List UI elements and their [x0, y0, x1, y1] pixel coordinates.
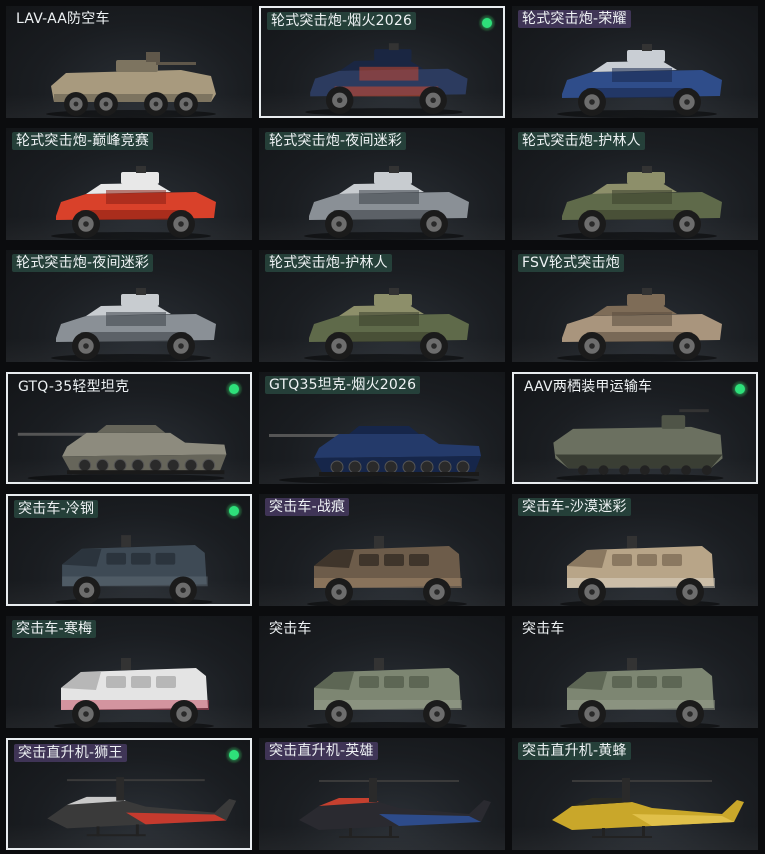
vehicle-name: 轮式突击炮-夜间迷彩: [12, 254, 154, 272]
vehicle-image: [560, 536, 720, 606]
vehicle-card[interactable]: 突击车: [512, 616, 758, 728]
vehicle-name: GTQ35坦克-烟火2026: [265, 376, 421, 394]
vehicle-name: LAV-AA防空车: [16, 11, 110, 27]
vehicle-card[interactable]: 突击车: [259, 616, 505, 728]
vehicle-image: [557, 44, 722, 118]
vehicle-image: [304, 288, 469, 362]
vehicle-image: [304, 166, 469, 240]
vehicle-name: FSV轮式突击炮: [518, 254, 624, 272]
vehicle-card[interactable]: 轮式突击炮-烟火2026: [259, 6, 505, 118]
vehicle-image: [307, 658, 467, 728]
vehicle-name: 突击车: [522, 621, 565, 637]
vehicle-image: [307, 536, 467, 606]
vehicle-name: 突击车: [269, 621, 312, 637]
vehicle-name: 突击直升机-黄蜂: [518, 742, 631, 760]
vehicle-card[interactable]: 突击直升机-英雄: [259, 738, 505, 850]
vehicle-image: [47, 777, 237, 837]
vehicle-card[interactable]: 突击车-沙漠迷彩: [512, 494, 758, 606]
vehicle-name: 轮式突击炮-夜间迷彩: [265, 132, 407, 150]
vehicle-image: [552, 778, 744, 838]
vehicle-image: [305, 43, 468, 116]
vehicle-card[interactable]: 突击直升机-黄蜂: [512, 738, 758, 850]
vehicle-card[interactable]: 突击直升机-狮王: [6, 738, 252, 850]
vehicle-name: 轮式突击炮-护林人: [265, 254, 392, 272]
vehicle-name: GTQ-35轻型坦克: [18, 379, 130, 395]
vehicle-image: [51, 166, 216, 240]
vehicle-image: [299, 778, 491, 838]
vehicle-name: 轮式突击炮-巅峰竞赛: [12, 132, 154, 150]
vehicle-card[interactable]: 轮式突击炮-护林人: [512, 128, 758, 240]
vehicle-image: [557, 166, 722, 240]
equipped-indicator-icon: [479, 15, 495, 31]
vehicle-image: [55, 535, 213, 604]
vehicle-card[interactable]: GTQ35坦克-烟火2026: [259, 372, 505, 484]
vehicle-name: 突击车-沙漠迷彩: [518, 498, 631, 516]
vehicle-card[interactable]: 突击车-寒梅: [6, 616, 252, 728]
vehicle-name: 突击车-寒梅: [12, 620, 97, 638]
vehicle-image: [46, 52, 216, 118]
vehicle-card[interactable]: LAV-AA防空车: [6, 6, 252, 118]
equipped-indicator-icon: [226, 503, 242, 519]
vehicle-image: [557, 288, 722, 362]
vehicle-skin-grid: LAV-AA防空车 轮式突击炮-烟火2026 轮式突击炮-荣耀 轮式突击炮-巅峰竞赛轮…: [6, 6, 759, 850]
vehicle-card[interactable]: 轮式突击炮-护林人: [259, 250, 505, 362]
vehicle-image: [553, 409, 724, 482]
vehicle-name: 突击直升机-狮王: [14, 744, 127, 762]
vehicle-card[interactable]: 轮式突击炮-夜间迷彩: [6, 250, 252, 362]
vehicle-card[interactable]: 轮式突击炮-荣耀: [512, 6, 758, 118]
vehicle-image: [51, 288, 216, 362]
vehicle-card[interactable]: 突击车-战痕: [259, 494, 505, 606]
vehicle-name: 轮式突击炮-烟火2026: [267, 12, 417, 30]
vehicle-name: 轮式突击炮-荣耀: [518, 10, 631, 28]
vehicle-card[interactable]: AAV两栖装甲运输车: [512, 372, 758, 484]
vehicle-name: AAV两栖装甲运输车: [524, 379, 653, 395]
vehicle-card[interactable]: 轮式突击炮-巅峰竞赛: [6, 128, 252, 240]
vehicle-name: 突击车-冷钢: [14, 500, 99, 518]
equipped-indicator-icon: [732, 381, 748, 397]
vehicle-card[interactable]: 突击车-冷钢: [6, 494, 252, 606]
vehicle-name: 突击车-战痕: [265, 498, 350, 516]
vehicle-image: [560, 658, 720, 728]
vehicle-card[interactable]: FSV轮式突击炮: [512, 250, 758, 362]
vehicle-image: [269, 426, 481, 484]
vehicle-name: 轮式突击炮-护林人: [518, 132, 645, 150]
vehicle-card[interactable]: 轮式突击炮-夜间迷彩: [259, 128, 505, 240]
equipped-indicator-icon: [226, 381, 242, 397]
vehicle-image: [54, 658, 214, 728]
vehicle-name: 突击直升机-英雄: [265, 742, 378, 760]
equipped-indicator-icon: [226, 747, 242, 763]
vehicle-card[interactable]: GTQ-35轻型坦克: [6, 372, 252, 484]
vehicle-image: [17, 424, 227, 482]
